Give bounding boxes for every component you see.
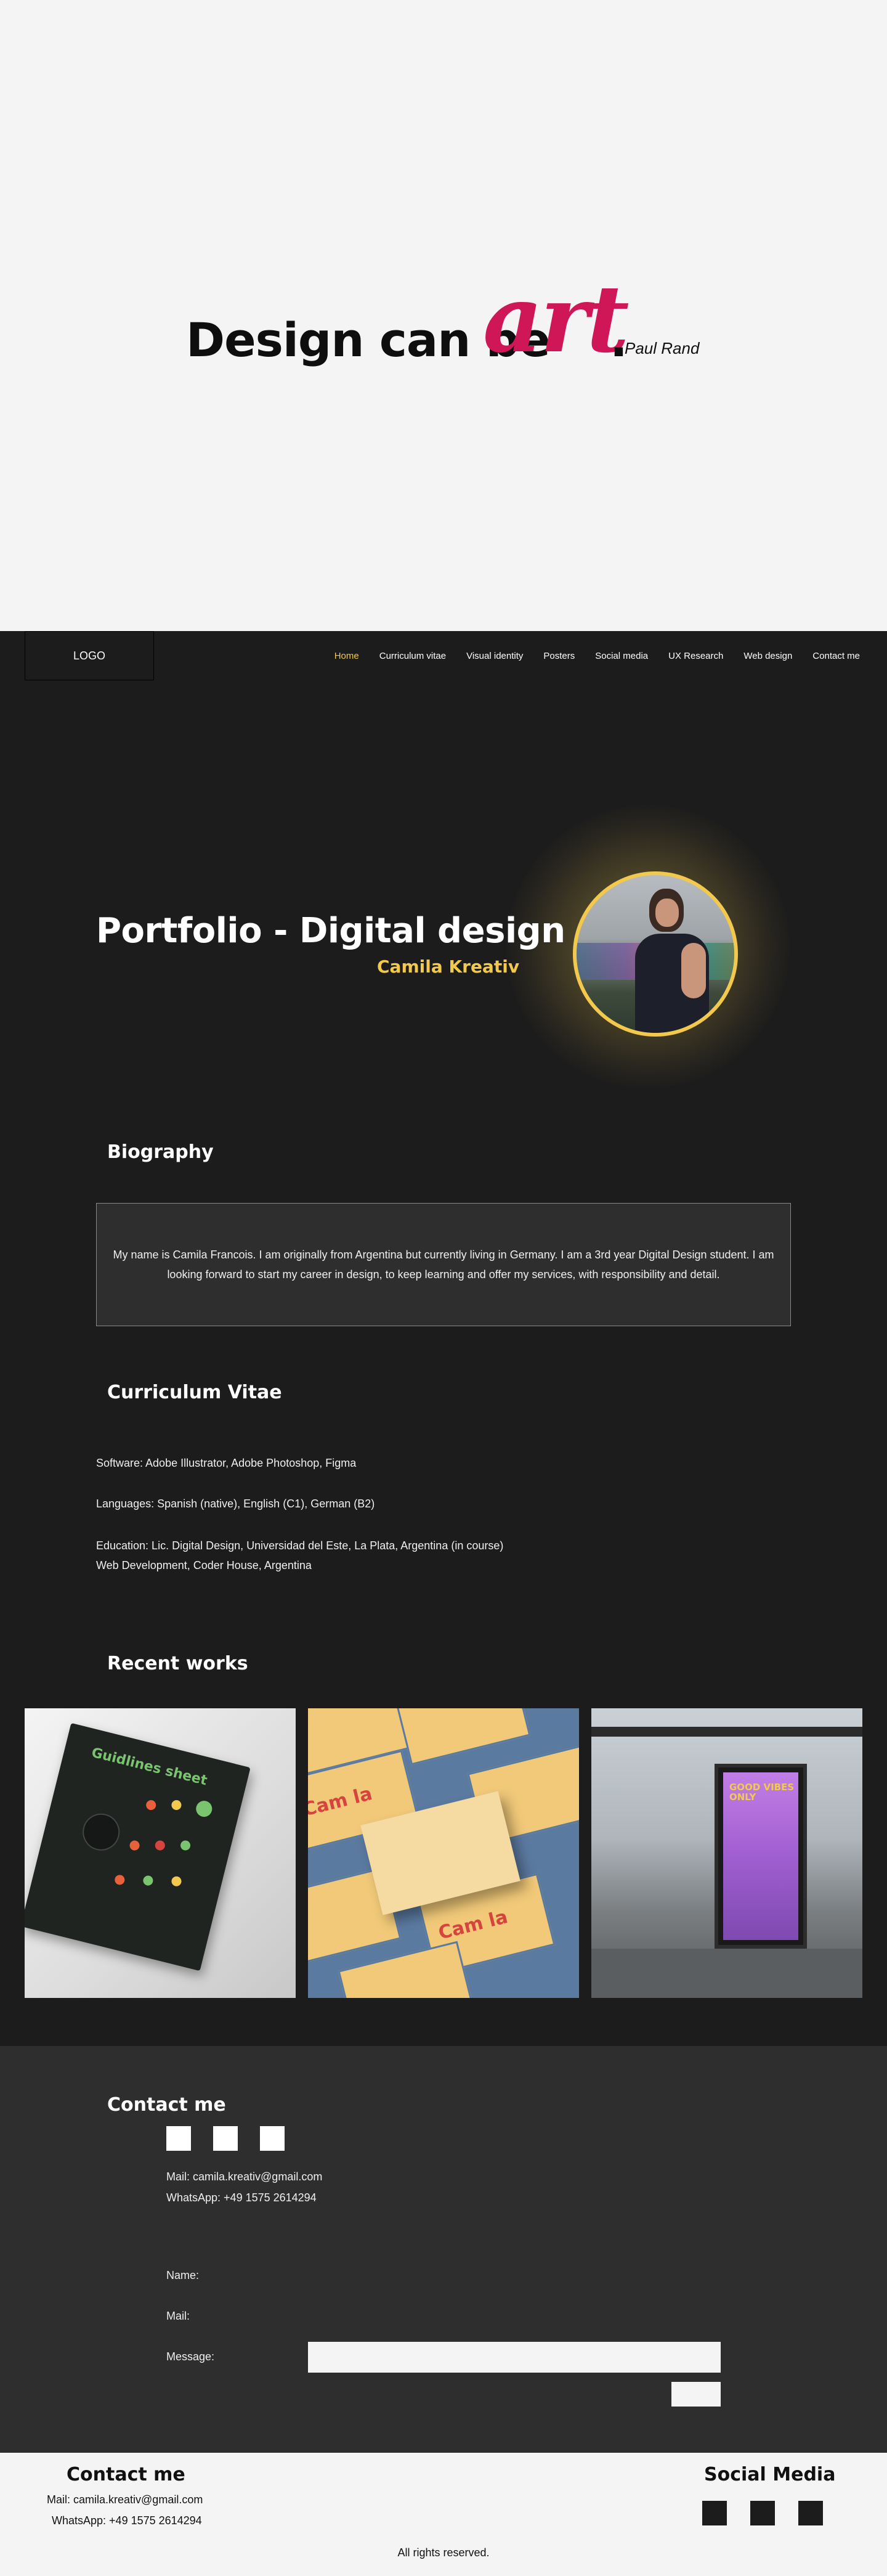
contact-whatsapp: WhatsApp: +49 1575 2614294 [166, 2191, 317, 2204]
footer: Contact me Mail: camila.kreativ@gmail.co… [0, 2453, 887, 2576]
nav-item-ux-research[interactable]: UX Research [668, 651, 723, 661]
logo[interactable]: LOGO [25, 631, 154, 680]
message-label: Message: [166, 2350, 215, 2363]
poster-dot [154, 1839, 166, 1852]
nav-menu: Home Curriculum vitae Visual identity Po… [314, 631, 860, 680]
poster-dot [128, 1839, 141, 1852]
cv-languages: Languages: Spanish (native), English (C1… [96, 1498, 375, 1510]
social-icon[interactable] [166, 2126, 191, 2151]
cv-education-2: Web Development, Coder House, Argentina [96, 1559, 312, 1571]
name-label: Name: [166, 2269, 200, 2281]
avatar [573, 871, 738, 1037]
avatar-person-arm [681, 943, 706, 998]
send-button[interactable] [671, 2382, 721, 2407]
work-item-business-cards[interactable]: Cam la Cam la [308, 1708, 579, 1998]
nav-item-contact-me[interactable]: Contact me [812, 651, 860, 661]
cv-education: Education: Lic. Digital Design, Universi… [96, 1539, 504, 1552]
avatar-person-face [655, 899, 679, 927]
hero-quote-author: Paul Rand [625, 339, 700, 357]
footer-mail: Mail: camila.kreativ@gmail.com [47, 2493, 203, 2506]
footer-social-title: Social Media [704, 2464, 836, 2485]
poster-dot [194, 1799, 214, 1819]
poster-dot [145, 1799, 157, 1811]
biography-title: Biography [107, 1141, 214, 1163]
nav-item-web-design[interactable]: Web design [743, 651, 792, 661]
hero-quote-art-word: art [483, 265, 630, 373]
message-input[interactable] [308, 2342, 721, 2373]
poster-title: Guidlines sheet [89, 1745, 209, 1789]
hero-quote: Design can be art . Paul Rand [186, 265, 716, 373]
footer-contact-title: Contact me [67, 2464, 185, 2485]
poster-circle [78, 1809, 124, 1855]
footer-social-icon[interactable] [750, 2501, 775, 2525]
footer-social-icon[interactable] [798, 2501, 823, 2525]
card-logo: Cam la [436, 1906, 510, 1944]
bus-shelter-roof [591, 1727, 862, 1737]
navbar: LOGO Home Curriculum vitae Visual identi… [0, 631, 887, 680]
poster-dot [179, 1839, 192, 1852]
social-icon[interactable] [260, 2126, 285, 2151]
guidelines-poster-image: Guidlines sheet [25, 1722, 251, 1971]
billboard-frame: GOOD VIBES ONLY [715, 1764, 807, 1949]
poster-dot [142, 1874, 155, 1887]
contact-title: Contact me [107, 2094, 226, 2116]
contact-section: Contact me Mail: camila.kreativ@gmail.co… [0, 2046, 887, 2453]
poster-dot [113, 1873, 126, 1886]
contact-mail: Mail: camila.kreativ@gmail.com [166, 2170, 323, 2183]
business-card [338, 1941, 476, 1998]
biography-text: My name is Camila Francois. I am origina… [113, 1249, 774, 1281]
poster-dot [170, 1799, 183, 1811]
main-section: LOGO Home Curriculum vitae Visual identi… [0, 631, 887, 2046]
nav-item-curriculum-vitae[interactable]: Curriculum vitae [379, 651, 446, 661]
business-card [393, 1708, 531, 1766]
work-item-guidelines-poster[interactable]: Guidlines sheet [25, 1708, 296, 1998]
nav-item-posters[interactable]: Posters [543, 651, 575, 661]
page-subtitle: Camila Kreativ [377, 956, 520, 977]
biography-box: My name is Camila Francois. I am origina… [96, 1203, 791, 1326]
nav-item-visual-identity[interactable]: Visual identity [466, 651, 523, 661]
cv-software: Software: Adobe Illustrator, Adobe Photo… [96, 1457, 357, 1469]
footer-social-icon[interactable] [702, 2501, 727, 2525]
work-item-billboard[interactable]: GOOD VIBES ONLY [591, 1708, 862, 1998]
mail-label: Mail: [166, 2310, 190, 2322]
billboard-poster: GOOD VIBES ONLY [723, 1772, 798, 1940]
hero-section: Design can be art . Paul Rand [0, 0, 887, 631]
footer-whatsapp: WhatsApp: +49 1575 2614294 [52, 2514, 202, 2527]
cv-title: Curriculum Vitae [107, 1382, 282, 1403]
nav-item-social-media[interactable]: Social media [595, 651, 648, 661]
recent-works-title: Recent works [107, 1653, 248, 1674]
card-logo: Cam la [308, 1783, 375, 1821]
social-icon[interactable] [213, 2126, 238, 2151]
street-ground [591, 1949, 862, 1998]
billboard-text: GOOD VIBES ONLY [729, 1782, 795, 1803]
poster-dot [170, 1875, 183, 1888]
footer-rights: All rights reserved. [397, 2546, 490, 2559]
page-title: Portfolio - Digital design [96, 911, 565, 951]
nav-item-home[interactable]: Home [334, 651, 359, 661]
